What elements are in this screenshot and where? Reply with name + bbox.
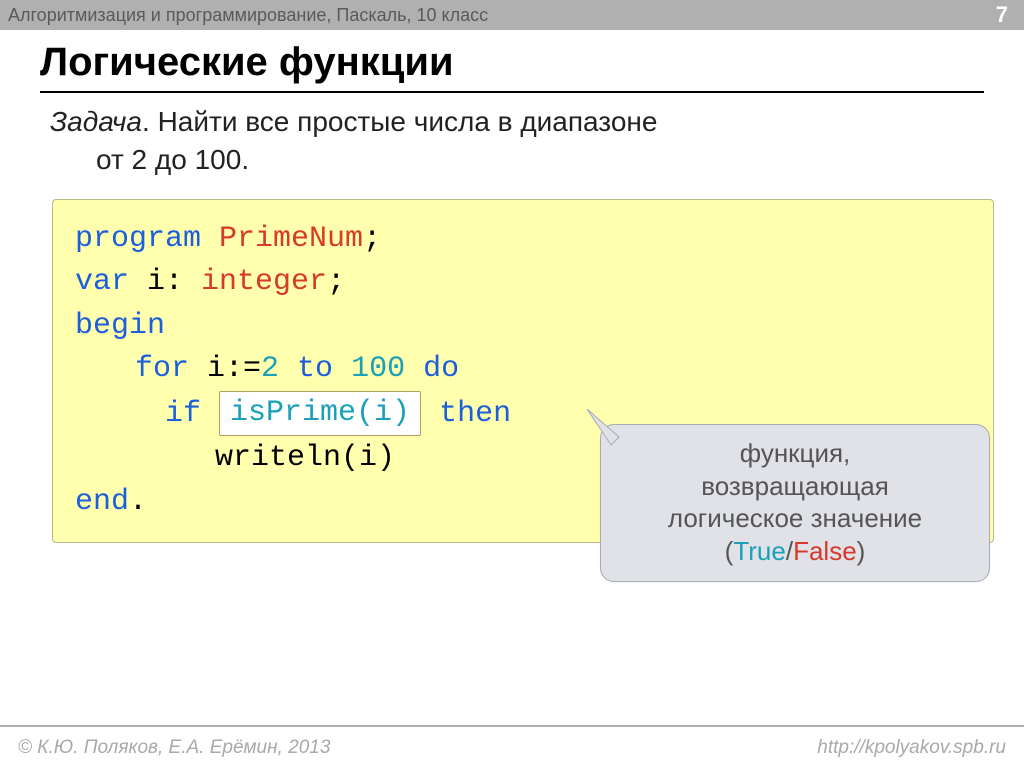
task-dot: . [142,106,158,137]
code-line-4: for i:=2 to 100 do [75,348,971,392]
task-text: Задача. Найти все простые числа в диапаз… [0,93,1024,193]
kw-end: end [75,485,129,519]
code-line-2: var i: integer; [75,261,971,305]
semi-1: ; [363,222,381,256]
callout-box: функция, возвращающая логическое значени… [600,424,990,582]
type-integer: integer [201,265,327,299]
callout-line1: функция, [615,437,975,470]
num-2: 2 [261,352,279,386]
task-line2: от 2 до 100. [50,141,249,179]
kw-if: if [165,397,201,431]
var-i: i: [129,265,201,299]
ident-primenum: PrimeNum [201,222,363,256]
header-bar: Алгоритмизация и программирование, Паска… [0,0,1024,30]
title-block: Логические функции [0,30,1024,93]
breadcrumb: Алгоритмизация и программирование, Паска… [8,5,488,26]
kw-do: do [405,352,459,386]
footer: © К.Ю. Поляков, Е.А. Ерёмин, 2013 http:/… [0,737,1024,759]
writeln-call: writeln(i) [215,441,395,475]
kw-begin: begin [75,309,165,343]
paren-close: ) [857,536,866,566]
semi-2: ; [327,265,345,299]
callout-line4: (True/False) [615,535,975,568]
kw-for: for [135,352,189,386]
footer-rule [0,725,1024,727]
footer-left: © К.Ю. Поляков, Е.А. Ерёмин, 2013 [18,737,330,759]
footer-right: http://kpolyakov.spb.ru [817,737,1006,759]
kw-to: to [279,352,351,386]
code-line-3: begin [75,305,971,349]
task-line1: Найти все простые числа в диапазоне [158,106,658,137]
false-text: False [793,536,857,566]
kw-then: then [421,397,511,431]
kw-program: program [75,222,201,256]
end-dot: . [129,485,147,519]
callout-line2: возвращающая [615,470,975,503]
callout-line3: логическое значение [615,502,975,535]
num-100: 100 [351,352,405,386]
task-label: Задача [50,106,142,137]
code-line-1: program PrimeNum; [75,218,971,262]
true-text: True [733,536,786,566]
page-title: Логические функции [40,40,984,89]
assign-i: i:= [189,352,261,386]
kw-var: var [75,265,129,299]
page-number: 7 [996,2,1008,28]
slash: / [786,536,793,566]
isprime-box: isPrime(i) [219,391,421,437]
